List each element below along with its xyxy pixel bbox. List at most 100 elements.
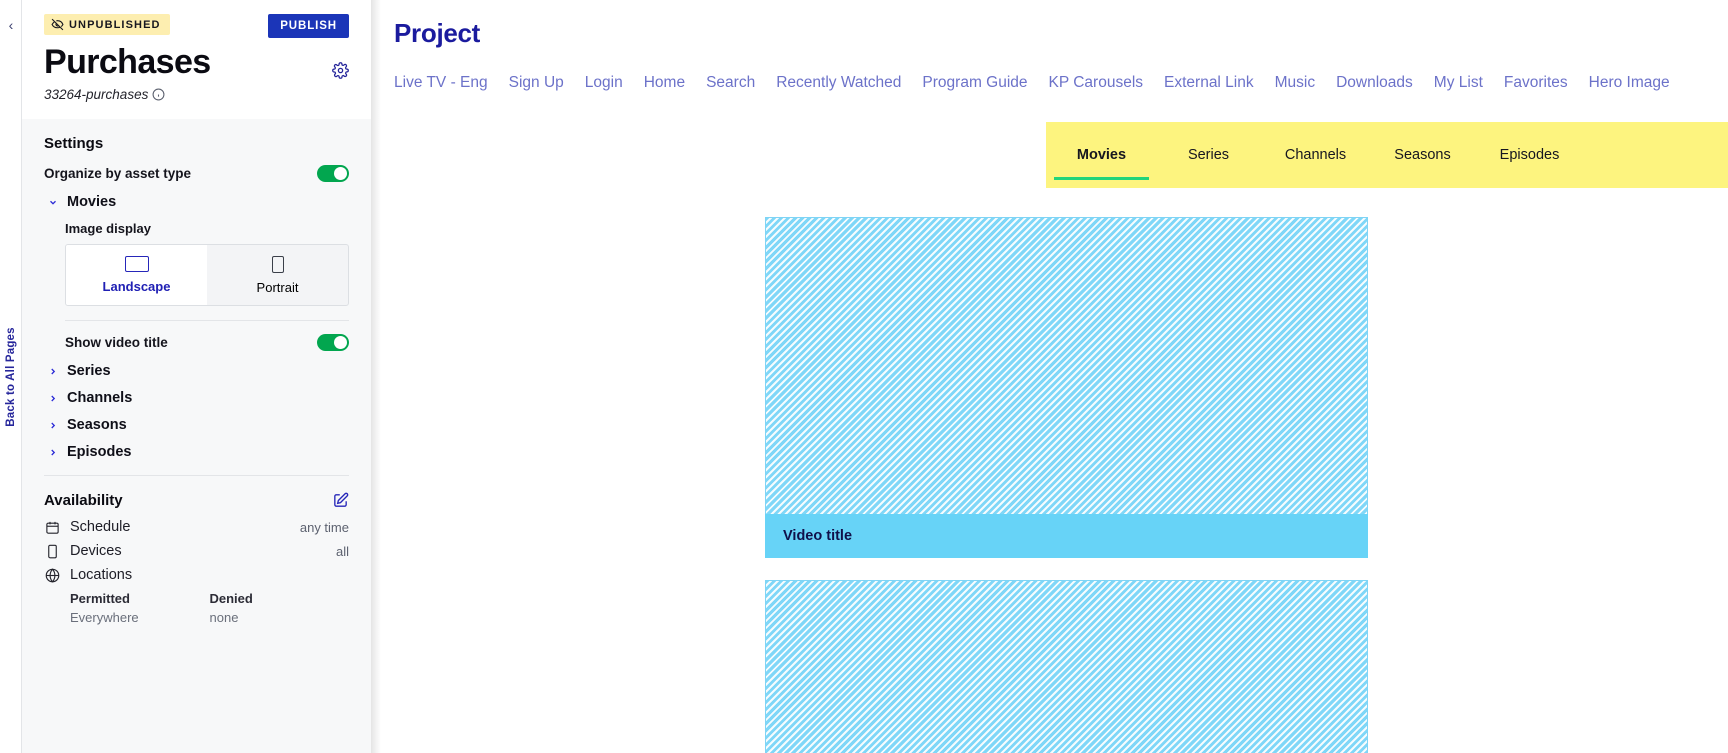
tab-episodes-label: Episodes <box>1499 147 1560 163</box>
permitted-header: Permitted <box>70 591 130 606</box>
group-episodes[interactable]: Episodes <box>48 444 349 460</box>
availability-locations-row[interactable]: Locations <box>44 567 349 583</box>
group-seasons-label: Seasons <box>67 417 127 433</box>
page-slug: 33264-purchases <box>44 87 149 103</box>
asset-type-tabbar: Movies Series Channels Seasons Episodes <box>1046 122 1728 188</box>
nav-item-search[interactable]: Search <box>706 74 755 92</box>
devices-value: all <box>335 543 349 559</box>
group-channels[interactable]: Channels <box>48 390 349 406</box>
divider <box>44 475 349 476</box>
settings-heading: Settings <box>44 135 104 152</box>
availability-schedule-row[interactable]: Schedule any time <box>44 519 349 535</box>
chevron-right-icon <box>48 447 58 458</box>
image-display-segmented-control: Landscape Portrait <box>65 244 349 306</box>
nav-item-kp-carousels[interactable]: KP Carousels <box>1049 74 1143 92</box>
back-to-all-pages-link[interactable]: Back to All Pages <box>5 327 17 426</box>
video-card-title: Video title <box>783 527 853 544</box>
settings-panel: UNPUBLISHED PUBLISH Purchases 33264-purc… <box>22 0 371 753</box>
tab-channels-label: Channels <box>1284 147 1347 163</box>
panel-header: UNPUBLISHED PUBLISH Purchases 33264-purc… <box>22 0 371 119</box>
gear-icon[interactable] <box>332 62 349 84</box>
edit-pencil-icon[interactable] <box>332 492 349 509</box>
nav-item-downloads[interactable]: Downloads <box>1336 74 1413 92</box>
nav-item-favorites[interactable]: Favorites <box>1504 74 1568 92</box>
panel-shadow <box>371 0 381 753</box>
organize-toggle[interactable] <box>317 165 349 182</box>
nav-item-recently-watched[interactable]: Recently Watched <box>776 74 901 92</box>
tab-series[interactable]: Series <box>1155 122 1262 188</box>
group-seasons[interactable]: Seasons <box>48 417 349 433</box>
schedule-label: Schedule <box>70 519 131 535</box>
tab-movies[interactable]: Movies <box>1048 122 1155 188</box>
nav-item-home[interactable]: Home <box>644 74 685 92</box>
publish-button[interactable]: PUBLISH <box>268 14 349 38</box>
show-video-title-toggle[interactable] <box>317 334 349 351</box>
globe-icon <box>44 567 60 583</box>
left-rail: ‹ Back to All Pages <box>0 0 22 753</box>
locations-permitted-column: Permitted Everywhere <box>70 591 210 625</box>
nav-item-program-guide[interactable]: Program Guide <box>922 74 1027 92</box>
image-display-landscape-option[interactable]: Landscape <box>66 245 207 305</box>
availability-heading: Availability <box>44 492 123 509</box>
nav-item-login[interactable]: Login <box>585 74 623 92</box>
group-movies-label: Movies <box>67 194 117 210</box>
denied-value: none <box>209 610 239 625</box>
panel-body: Settings Organize by asset type Movies I… <box>22 119 371 625</box>
status-badge-label: UNPUBLISHED <box>69 18 161 31</box>
preview-nav: Live TV - Eng Sign Up Login Home Search … <box>394 74 1728 92</box>
video-card[interactable]: Video title <box>765 217 1368 558</box>
group-series[interactable]: Series <box>48 363 349 379</box>
tab-seasons-label: Seasons <box>1394 147 1451 163</box>
video-thumbnail-placeholder <box>765 217 1368 514</box>
video-title-bar: Video title <box>765 514 1368 558</box>
chevron-left-icon[interactable]: ‹ <box>4 18 18 32</box>
locations-label: Locations <box>70 567 133 583</box>
page-title: Purchases <box>44 43 211 81</box>
landscape-label: Landscape <box>102 279 171 294</box>
nav-item-live-tv-eng[interactable]: Live TV - Eng <box>394 74 488 92</box>
permitted-value: Everywhere <box>70 610 139 625</box>
show-video-title-label: Show video title <box>65 335 168 350</box>
landscape-rect-icon <box>124 256 149 272</box>
app-root: ‹ Back to All Pages UNPUBLISHED PUBLISH … <box>0 0 1728 753</box>
movies-settings: Image display Landscape Portrait Show vi… <box>65 221 349 351</box>
video-card[interactable]: Video title <box>765 580 1368 753</box>
divider <box>65 320 349 321</box>
preview-pane: Project Live TV - Eng Sign Up Login Home… <box>371 0 1728 753</box>
organize-by-asset-type-row: Organize by asset type <box>44 165 349 182</box>
info-icon[interactable] <box>152 88 165 101</box>
group-channels-label: Channels <box>67 390 133 406</box>
chevron-right-icon <box>48 393 58 404</box>
video-card-grid: Video title Video title <box>765 217 1728 753</box>
nav-item-external-link[interactable]: External Link <box>1164 74 1254 92</box>
tab-seasons[interactable]: Seasons <box>1369 122 1476 188</box>
tab-channels[interactable]: Channels <box>1262 122 1369 188</box>
device-icon <box>44 544 60 559</box>
calendar-icon <box>44 520 60 535</box>
denied-header: Denied <box>209 591 253 606</box>
devices-label: Devices <box>70 543 122 559</box>
tab-episodes[interactable]: Episodes <box>1476 122 1583 188</box>
portrait-rect-icon <box>271 256 284 273</box>
chevron-right-icon <box>48 366 58 377</box>
image-display-label: Image display <box>65 221 151 236</box>
page-slug-row: 33264-purchases <box>44 87 349 102</box>
nav-item-music[interactable]: Music <box>1275 74 1315 92</box>
chevron-right-icon <box>48 420 58 431</box>
availability-devices-row[interactable]: Devices all <box>44 543 349 559</box>
availability-header: Availability <box>44 492 349 509</box>
group-movies[interactable]: Movies <box>48 194 349 210</box>
nav-item-hero-image[interactable]: Hero Image <box>1589 74 1670 92</box>
chevron-down-icon <box>48 197 58 208</box>
nav-item-sign-up[interactable]: Sign Up <box>509 74 564 92</box>
image-display-portrait-option[interactable]: Portrait <box>207 245 348 305</box>
eye-off-icon <box>51 18 64 31</box>
status-badge: UNPUBLISHED <box>44 14 170 35</box>
nav-item-my-list[interactable]: My List <box>1434 74 1483 92</box>
group-episodes-label: Episodes <box>67 444 132 460</box>
schedule-value: any time <box>299 519 349 535</box>
group-series-label: Series <box>67 363 111 379</box>
video-thumbnail-placeholder <box>765 580 1368 753</box>
locations-denied-column: Denied none <box>210 591 350 625</box>
preview-content: Project Live TV - Eng Sign Up Login Home… <box>371 0 1728 92</box>
